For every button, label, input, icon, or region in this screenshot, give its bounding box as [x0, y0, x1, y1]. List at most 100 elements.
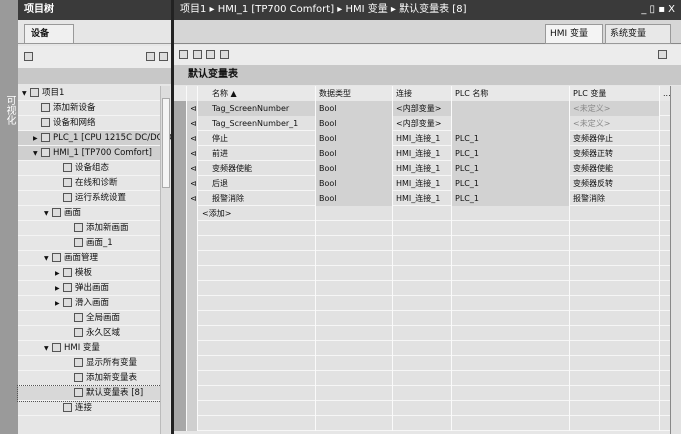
tree-item[interactable]: ▼ 画面管理: [18, 251, 161, 266]
tab-hmi-tags[interactable]: HMI 变量: [545, 24, 603, 44]
table-cell[interactable]: 报警消除: [570, 191, 660, 206]
table-cell[interactable]: PLC_1: [452, 146, 570, 161]
table-cell[interactable]: HMI_连接_1: [393, 176, 452, 191]
tree-item[interactable]: 永久区域: [18, 326, 161, 341]
table-cell[interactable]: [452, 101, 570, 116]
table-cell[interactable]: 后退: [198, 176, 316, 191]
table-cell[interactable]: PLC_1: [452, 161, 570, 176]
table-cell[interactable]: <内部变量>: [393, 116, 452, 131]
expand-arrow-icon[interactable]: ▼: [33, 146, 41, 161]
table-cell[interactable]: HMI_连接_1: [393, 161, 452, 176]
tree-item[interactable]: 添加新画面: [18, 221, 161, 236]
table-cell[interactable]: HMI_连接_1: [393, 131, 452, 146]
table-cell[interactable]: [452, 116, 570, 131]
tree-item[interactable]: ▶ 模板: [18, 266, 161, 281]
table-cell[interactable]: <未定义>: [570, 116, 660, 131]
window-buttons[interactable]: _ ▯ ▪ X: [641, 0, 675, 20]
tree-item[interactable]: 设备组态: [18, 161, 161, 176]
column-header[interactable]: 名称 ▲: [198, 86, 316, 101]
expand-arrow-icon[interactable]: ▼: [44, 341, 52, 356]
tree-item[interactable]: ▶ PLC_1 [CPU 1215C DC/DC/DC]: [18, 131, 181, 146]
tree-item[interactable]: ▶ 滑入画面: [18, 296, 161, 311]
column-header[interactable]: 连接: [393, 86, 452, 101]
table-row[interactable]: ⊲ 前进 Bool HMI_连接_1 PLC_1 变频器正转: [174, 146, 672, 161]
tree-item[interactable]: 设备和网络: [18, 116, 161, 131]
tab-devices[interactable]: 设备: [24, 24, 74, 44]
table-cell[interactable]: Bool: [316, 101, 393, 116]
tree-item[interactable]: 运行系统设置: [18, 191, 161, 206]
filter-icon[interactable]: [220, 50, 229, 59]
table-cell[interactable]: 变频器停止: [570, 131, 660, 146]
table-cell[interactable]: HMI_连接_1: [393, 146, 452, 161]
tree-item[interactable]: ▼ HMI_1 [TP700 Comfort]: [18, 146, 161, 161]
tag-icon: ⊲: [187, 116, 198, 131]
tree-scrollbar[interactable]: [160, 86, 170, 434]
tree-item[interactable]: ▼ HMI 变量: [18, 341, 161, 356]
expand-arrow-icon[interactable]: ▶: [33, 131, 41, 146]
settings-icon[interactable]: [658, 50, 667, 59]
tree-item[interactable]: 添加新设备: [18, 101, 161, 116]
table-cell[interactable]: 前进: [198, 146, 316, 161]
table-row[interactable]: ⊲ Tag_ScreenNumber_1 Bool <内部变量> <未定义>: [174, 116, 672, 131]
tree-item[interactable]: 在线和诊断: [18, 176, 161, 191]
table-cell[interactable]: 变频器使能: [198, 161, 316, 176]
table-cell[interactable]: 报警消除: [198, 191, 316, 206]
table-cell[interactable]: Bool: [316, 131, 393, 146]
table-row[interactable]: ⊲ 停止 Bool HMI_连接_1 PLC_1 变频器停止: [174, 131, 672, 146]
export-icon[interactable]: [206, 50, 215, 59]
table-row[interactable]: ⊲ Tag_ScreenNumber Bool <内部变量> <未定义>: [174, 101, 672, 116]
table-cell[interactable]: Bool: [316, 146, 393, 161]
table-cell[interactable]: PLC_1: [452, 131, 570, 146]
table-row[interactable]: ⊲ 报警消除 Bool HMI_连接_1 PLC_1 报警消除: [174, 191, 672, 206]
table-cell[interactable]: Bool: [316, 116, 393, 131]
expand-arrow-icon[interactable]: ▼: [44, 251, 52, 266]
add-row[interactable]: <添加>: [174, 206, 672, 221]
column-header[interactable]: PLC 名称: [452, 86, 570, 101]
import-icon[interactable]: [193, 50, 202, 59]
table-cell[interactable]: 停止: [198, 131, 316, 146]
add-tag-cell[interactable]: <添加>: [198, 206, 316, 221]
tree-item[interactable]: ▶ 弹出画面: [18, 281, 161, 296]
tree-item[interactable]: ▼ 画面: [18, 206, 161, 221]
table-cell[interactable]: 变频器反转: [570, 176, 660, 191]
table-cell[interactable]: <未定义>: [570, 101, 660, 116]
column-header[interactable]: 数据类型: [316, 86, 393, 101]
new-icon[interactable]: [24, 52, 33, 61]
tree-item[interactable]: 画面_1: [18, 236, 161, 251]
tree-item[interactable]: 显示所有变量: [18, 356, 161, 371]
tag-icon: ⊲: [187, 101, 198, 116]
table-row[interactable]: ⊲ 后退 Bool HMI_连接_1 PLC_1 变频器反转: [174, 176, 672, 191]
expand-arrow-icon[interactable]: ▼: [22, 86, 30, 101]
expand-arrow-icon[interactable]: ▶: [55, 281, 63, 296]
column-header[interactable]: PLC 变量: [570, 86, 660, 101]
tree-node-icon: [63, 268, 72, 277]
table-cell[interactable]: 变频器使能: [570, 161, 660, 176]
expand-arrow-icon[interactable]: ▼: [44, 206, 52, 221]
tree-item[interactable]: 连接: [18, 401, 161, 416]
expand-arrow-icon[interactable]: ▶: [55, 296, 63, 311]
table-cell[interactable]: 变频器正转: [570, 146, 660, 161]
scroll-thumb[interactable]: [162, 98, 170, 188]
table-cell[interactable]: Bool: [316, 161, 393, 176]
tree-item[interactable]: 默认变量表 [8]: [17, 385, 162, 402]
table-cell[interactable]: PLC_1: [452, 191, 570, 206]
table-cell[interactable]: Tag_ScreenNumber: [198, 101, 316, 116]
tree-item[interactable]: ▼ 项目1: [18, 86, 161, 101]
expand-arrow-icon[interactable]: ▶: [55, 266, 63, 281]
tab-system-tags[interactable]: 系统变量: [605, 24, 671, 44]
table-cell[interactable]: Tag_ScreenNumber_1: [198, 116, 316, 131]
add-tag-icon[interactable]: [179, 50, 188, 59]
table-cell[interactable]: Bool: [316, 191, 393, 206]
table-row[interactable]: ⊲ 变频器使能 Bool HMI_连接_1 PLC_1 变频器使能: [174, 161, 672, 176]
export-icon[interactable]: [159, 52, 168, 61]
tree-item[interactable]: 全局画面: [18, 311, 161, 326]
visualization-side-tab[interactable]: 可视化: [0, 0, 18, 434]
table-cell[interactable]: HMI_连接_1: [393, 191, 452, 206]
table-toolbar: [174, 45, 681, 65]
table-cell[interactable]: Bool: [316, 176, 393, 191]
tree-item[interactable]: 添加新变量表: [18, 371, 161, 386]
table-scrollbar[interactable]: [670, 86, 681, 434]
table-view-icon[interactable]: [146, 52, 155, 61]
table-cell[interactable]: <内部变量>: [393, 101, 452, 116]
table-cell[interactable]: PLC_1: [452, 176, 570, 191]
